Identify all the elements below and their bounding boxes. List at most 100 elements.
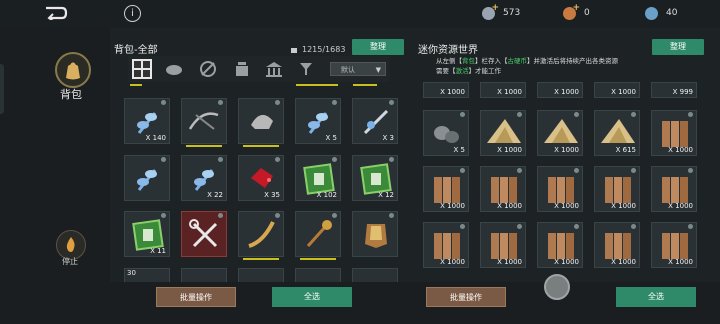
- bag-slot[interactable]: X 12: [352, 155, 398, 201]
- item-count: X 1000: [668, 202, 693, 210]
- sidebar-handle[interactable]: [0, 64, 4, 114]
- bag-sort-button[interactable]: 整理: [352, 39, 404, 55]
- resource-slot[interactable]: X 1000: [651, 222, 697, 268]
- tab-potion-icon[interactable]: [232, 59, 252, 79]
- info-icon[interactable]: i: [124, 5, 141, 22]
- tab-ore-icon[interactable]: [164, 59, 184, 79]
- item-badge-icon: [218, 213, 223, 218]
- item-badge-icon: [389, 213, 394, 218]
- resource-slot[interactable]: X 1000: [423, 222, 469, 268]
- bag-slot[interactable]: X 102: [295, 155, 341, 201]
- item-count: X 1000: [440, 88, 465, 96]
- item-badge-icon: [574, 224, 579, 229]
- sort-select-value: 默认: [341, 66, 355, 74]
- resource-select-all-button[interactable]: 全选: [616, 287, 696, 307]
- item-badge-icon: [389, 100, 394, 105]
- resource-slot[interactable]: X 1000: [594, 166, 640, 212]
- bag-slot[interactable]: X 22: [181, 155, 227, 201]
- bag-slot[interactable]: X 11: [124, 211, 170, 257]
- bag-capacity: 1215/1683: [302, 45, 346, 54]
- currency-gem[interactable]: 40: [645, 4, 677, 22]
- resource-slot[interactable]: X 1000: [480, 166, 526, 212]
- blue-gem-icon: [645, 6, 658, 20]
- bag-slot[interactable]: [238, 211, 284, 260]
- bag-slot[interactable]: X 140: [124, 98, 170, 144]
- item-badge-icon: [517, 224, 522, 229]
- currency-silver[interactable]: + 573: [482, 3, 520, 22]
- resource-slot[interactable]: X 615: [594, 110, 640, 156]
- currency-value: 40: [666, 8, 678, 18]
- resource-slot[interactable]: X 1000: [480, 110, 526, 156]
- item-count: X 12: [378, 191, 394, 199]
- item-count: X 1000: [554, 146, 579, 154]
- resource-slot[interactable]: X 1000: [537, 222, 583, 268]
- item-count: X 1000: [554, 258, 579, 266]
- sort-select[interactable]: 默认 ▼: [330, 62, 386, 76]
- item-count: X 1000: [440, 202, 465, 210]
- tab-building-icon[interactable]: [264, 59, 284, 79]
- item-count: X 11: [150, 247, 166, 255]
- resource-slot[interactable]: X 1000: [423, 166, 469, 212]
- helmet-icon: [251, 114, 273, 129]
- item-count: X 1000: [668, 258, 693, 266]
- bag-batch-button[interactable]: 批量操作: [156, 287, 236, 307]
- item-badge-icon: [275, 157, 280, 162]
- item-count: X 3: [382, 134, 394, 142]
- item-badge-icon: [218, 157, 223, 162]
- bag-slot-partial[interactable]: [295, 268, 341, 282]
- floating-assist-button[interactable]: [544, 274, 570, 300]
- item-badge-icon: [161, 100, 166, 105]
- resource-slot[interactable]: X 1000: [651, 166, 697, 212]
- bag-slot[interactable]: [238, 98, 284, 147]
- bag-slot-partial[interactable]: [181, 268, 227, 282]
- resource-batch-button[interactable]: 批量操作: [426, 287, 506, 307]
- item-count: X 1000: [497, 88, 522, 96]
- bag-slot[interactable]: X 35: [238, 155, 284, 201]
- bronze-coin-icon: +: [563, 3, 580, 20]
- resource-slot[interactable]: X 1000: [537, 110, 583, 156]
- bag-slot[interactable]: [181, 211, 227, 257]
- tab-weapon-icon[interactable]: [198, 59, 218, 79]
- bag-title: 背包-全部: [114, 45, 158, 56]
- bag-slot-partial[interactable]: 30: [124, 268, 170, 282]
- resource-slot-partial[interactable]: X 999: [651, 82, 697, 98]
- resource-slot-partial[interactable]: X 1000: [480, 82, 526, 98]
- bag-slot[interactable]: X 3: [352, 98, 398, 144]
- bag-icon[interactable]: [55, 52, 91, 88]
- bag-slot-partial[interactable]: [352, 268, 398, 282]
- resource-slot-partial[interactable]: X 1000: [594, 82, 640, 98]
- resource-slot[interactable]: X 1000: [594, 222, 640, 268]
- back-icon[interactable]: [44, 6, 68, 20]
- currency-bronze[interactable]: + 0: [563, 3, 590, 22]
- resource-world-title: 迷你资源世界: [418, 45, 478, 56]
- bag-slot[interactable]: [295, 211, 341, 260]
- armor-icon: [365, 224, 387, 248]
- durability-bar: [243, 145, 279, 147]
- resource-slot-partial[interactable]: X 1000: [537, 82, 583, 98]
- resource-slot-partial[interactable]: X 1000: [423, 82, 469, 98]
- bag-slot-partial[interactable]: [238, 268, 284, 282]
- resource-slot[interactable]: X 1000: [651, 110, 697, 156]
- bag-select-all-button[interactable]: 全选: [272, 287, 352, 307]
- resource-slot[interactable]: X 1000: [537, 166, 583, 212]
- bag-slot[interactable]: [124, 155, 170, 201]
- sidebar-item-bag[interactable]: 背包: [56, 86, 86, 102]
- tab-all-grid-icon[interactable]: [132, 59, 152, 79]
- bag-small-icon: [291, 48, 297, 53]
- bag-slot[interactable]: [181, 98, 227, 147]
- silver-coin-icon: +: [482, 3, 499, 20]
- bag-slot[interactable]: [352, 211, 398, 257]
- resource-slot[interactable]: X 1000: [480, 222, 526, 268]
- tab-misc-icon[interactable]: [296, 59, 316, 79]
- item-badge-icon: [332, 213, 337, 218]
- resource-sort-button[interactable]: 整理: [652, 39, 704, 55]
- item-badge-icon: [631, 168, 636, 173]
- item-count: X 1000: [611, 202, 636, 210]
- bag-slot[interactable]: X 5: [295, 98, 341, 144]
- durability-bar: [296, 84, 338, 86]
- resource-slot[interactable]: X 5: [423, 110, 469, 156]
- item-badge-icon: [460, 112, 465, 117]
- stop-label[interactable]: 停止: [56, 256, 84, 267]
- item-badge-icon: [161, 157, 166, 162]
- item-badge-icon: [460, 168, 465, 173]
